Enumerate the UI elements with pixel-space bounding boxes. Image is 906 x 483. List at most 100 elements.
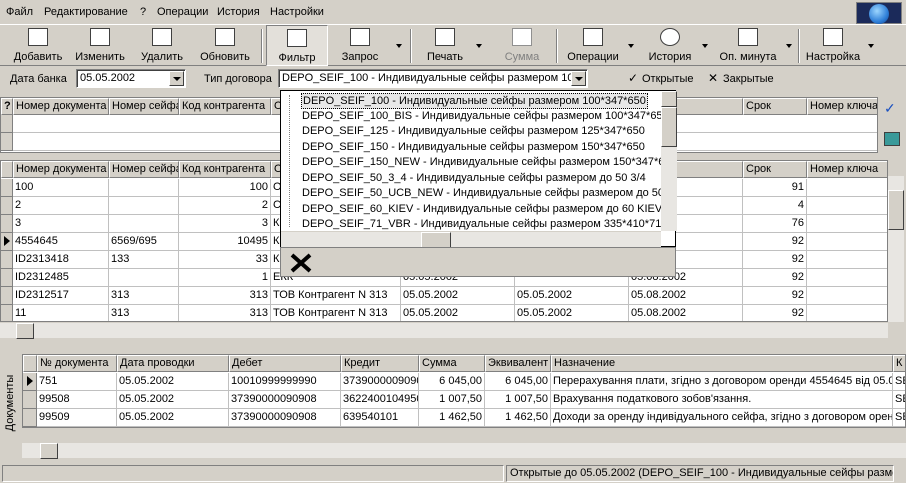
table-cell[interactable]: 05.05.2002 — [515, 305, 629, 321]
column-header[interactable]: Номер документа — [13, 161, 109, 178]
column-header[interactable]: Номер сейфа — [109, 161, 179, 178]
table-cell[interactable]: 92 — [743, 233, 807, 251]
column-header[interactable]: Дата проводки — [117, 355, 229, 372]
scroll-thumb[interactable] — [40, 443, 58, 459]
column-header[interactable]: К — [893, 355, 905, 372]
dropdown-item[interactable]: DEPO_SEIF_50_UCB_NEW - Индивидуальные се… — [301, 186, 671, 202]
column-header[interactable]: Номер сейфа — [109, 98, 179, 115]
table-cell[interactable]: 100 — [13, 179, 109, 197]
table-cell[interactable]: 2 — [13, 197, 109, 215]
column-header[interactable]: Срок — [743, 98, 807, 115]
menu-file[interactable]: Файл — [6, 6, 33, 18]
table-cell[interactable]: SE — [893, 409, 905, 427]
table-cell[interactable]: 05.08.2002 — [629, 287, 743, 305]
open-filter-toggle[interactable]: Открытые — [642, 73, 694, 85]
table-cell[interactable]: 2 — [179, 197, 271, 215]
menu-settings[interactable]: Настройки — [270, 6, 324, 18]
table-cell[interactable] — [807, 287, 887, 305]
table-cell[interactable]: 11 — [13, 305, 109, 321]
menu-edit[interactable]: Редактирование — [44, 6, 128, 18]
table-cell[interactable]: 37390000090908 — [229, 409, 341, 427]
table-cell[interactable]: 1 — [179, 269, 271, 287]
table-cell[interactable]: Доходи за оренду індивідуального сейфа, … — [551, 409, 893, 427]
refresh-button[interactable]: Обновить — [194, 25, 256, 66]
print-button[interactable]: Печать — [416, 25, 474, 66]
table-cell[interactable]: ID2312485 — [13, 269, 109, 287]
dropdown-vertical-scrollbar[interactable] — [661, 91, 677, 231]
table-cell[interactable]: 05.08.2002 — [629, 305, 743, 321]
bank-date-combo[interactable]: 05.05.2002 — [76, 69, 186, 88]
column-header[interactable]: Кредит — [341, 355, 419, 372]
table-cell[interactable]: 10010999999990 — [229, 373, 341, 391]
table-cell[interactable]: 05.05.2002 — [401, 287, 515, 305]
table-cell[interactable]: Перерахування плати, згідно з договором … — [551, 373, 893, 391]
table-cell[interactable]: 05.05.2002 — [515, 287, 629, 305]
table-cell[interactable] — [109, 215, 179, 233]
table-cell[interactable]: 1 007,50 — [485, 391, 551, 409]
filter-button[interactable]: Фильтр — [266, 25, 328, 66]
column-header[interactable]: Назначение — [551, 355, 893, 372]
table-cell[interactable]: 6569/695 — [109, 233, 179, 251]
table-cell[interactable] — [807, 305, 887, 321]
query-dropdown-icon[interactable] — [396, 44, 402, 48]
contracts-horizontal-scrollbar[interactable] — [0, 322, 888, 339]
column-header[interactable]: Код контрагента — [179, 98, 271, 115]
edit-button[interactable]: Изменить — [70, 25, 130, 66]
table-cell[interactable]: 92 — [743, 251, 807, 269]
table-cell[interactable]: 91 — [743, 179, 807, 197]
table-cell[interactable]: 92 — [743, 287, 807, 305]
table-cell[interactable] — [807, 269, 887, 287]
op-minute-button[interactable]: Оп. минута — [714, 25, 782, 66]
dropdown-item[interactable]: DEPO_SEIF_100_BIS - Индивидуальные сейфы… — [301, 109, 670, 125]
table-cell[interactable]: 92 — [743, 269, 807, 287]
table-cell[interactable]: 313 — [109, 287, 179, 305]
table-cell[interactable]: 37390000090908 — [229, 391, 341, 409]
table-cell[interactable]: 639540101 — [341, 409, 419, 427]
operations-button[interactable]: Операции — [562, 25, 624, 66]
menu-history[interactable]: История — [217, 6, 260, 18]
add-button[interactable]: Добавить — [8, 25, 68, 66]
table-cell[interactable]: SE — [893, 391, 905, 409]
table-cell[interactable]: 100 — [179, 179, 271, 197]
sum-button[interactable]: Сумма — [494, 25, 550, 66]
dropdown-item[interactable]: DEPO_SEIF_150_NEW - Индивидуальные сейфы… — [301, 155, 671, 171]
column-header[interactable]: Номер документа — [13, 98, 109, 115]
table-cell[interactable]: 33 — [179, 251, 271, 269]
column-header[interactable]: Номер ключа — [807, 161, 887, 178]
dropdown-item[interactable]: DEPO_SEIF_150 - Индивидуальные сейфы раз… — [301, 140, 646, 156]
table-cell[interactable] — [807, 179, 887, 197]
table-cell[interactable]: 76 — [743, 215, 807, 233]
settings-button[interactable]: Настройка — [802, 25, 864, 66]
column-header[interactable]: Сумма — [419, 355, 485, 372]
table-cell[interactable]: 6 045,00 — [419, 373, 485, 391]
dropdown-item[interactable]: DEPO_SEIF_60_KIEV - Индивидуальные сейфы… — [301, 202, 663, 218]
dropdown-item[interactable]: DEPO_SEIF_125 - Индивидуальные сейфы раз… — [301, 124, 646, 140]
scroll-thumb[interactable] — [16, 323, 34, 339]
column-header[interactable]: Код контрагента — [179, 161, 271, 178]
column-header[interactable]: Эквивалент — [485, 355, 551, 372]
table-cell[interactable]: Врахування податкового зобов'язання. — [551, 391, 893, 409]
menu-help[interactable]: ? — [140, 6, 146, 18]
table-cell[interactable]: 6 045,00 — [485, 373, 551, 391]
table-cell[interactable]: ТОВ Контрагент N 313 — [271, 305, 401, 321]
print-dropdown-icon[interactable] — [476, 44, 482, 48]
table-cell[interactable] — [807, 197, 887, 215]
table-cell[interactable]: 37390000090908 — [341, 373, 419, 391]
table-cell[interactable] — [109, 269, 179, 287]
table-cell[interactable] — [109, 197, 179, 215]
table-cell[interactable] — [807, 233, 887, 251]
table-cell[interactable]: 05.05.2002 — [401, 305, 515, 321]
table-cell[interactable]: ТОВ Контрагент N 313 — [271, 287, 401, 305]
table-cell[interactable] — [807, 251, 887, 269]
contract-type-combo[interactable]: DEPO_SEIF_100 - Индивидуальные сейфы раз… — [278, 69, 588, 88]
operations-dropdown-icon[interactable] — [628, 44, 634, 48]
table-cell[interactable]: 3 — [179, 215, 271, 233]
scroll-thumb[interactable] — [421, 232, 451, 248]
settings-dropdown-icon[interactable] — [868, 44, 874, 48]
table-cell[interactable] — [807, 215, 887, 233]
table-cell[interactable]: 751 — [37, 373, 117, 391]
table-cell[interactable]: SE — [893, 373, 905, 391]
column-header[interactable]: № документа — [37, 355, 117, 372]
menu-operations[interactable]: Операции — [157, 6, 208, 18]
closed-filter-toggle[interactable]: Закрытые — [723, 73, 774, 85]
